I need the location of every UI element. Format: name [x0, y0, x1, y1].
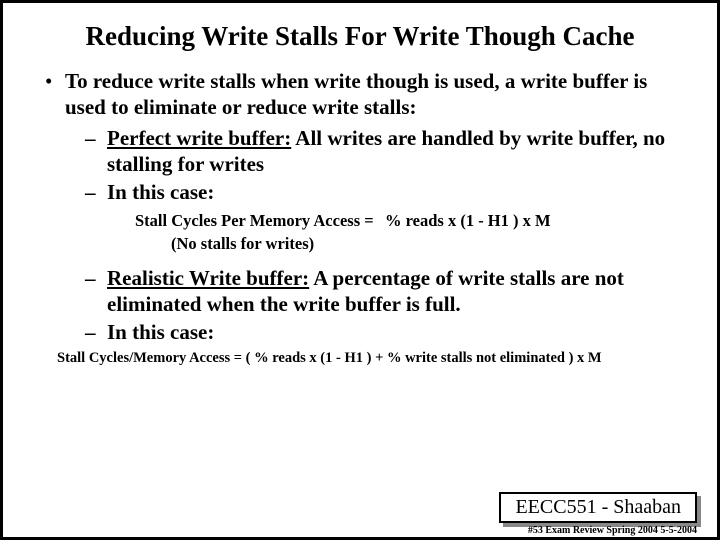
case-1-text: In this case:	[107, 179, 693, 205]
slide-body: • To reduce write stalls when write thou…	[27, 68, 693, 367]
footer-text: EECC551 - Shaaban	[499, 492, 697, 523]
subfooter-text: #53 Exam Review Spring 2004 5-5-2004	[528, 525, 697, 536]
sub-item-realistic-buffer: – Realistic Write buffer: A percentage o…	[27, 265, 693, 318]
bullet-1-text: To reduce write stalls when write though…	[65, 68, 693, 121]
formula-1-right: % reads x (1 - H1 ) x M	[385, 211, 693, 232]
rwb-label: Realistic Write buffer:	[107, 266, 309, 290]
footer-box: EECC551 - Shaaban	[499, 492, 697, 523]
bullet-glyph: •	[45, 68, 65, 121]
sub-item-case-2: – In this case:	[27, 319, 693, 345]
case-2-text: In this case:	[107, 319, 693, 345]
formula-2: Stall Cycles/Memory Access = ( % reads x…	[27, 349, 693, 367]
formula-1-left: Stall Cycles Per Memory Access =	[135, 211, 385, 232]
dash-glyph: –	[85, 265, 107, 318]
dash-glyph: –	[85, 179, 107, 205]
sub-item-pwb-text: Perfect write buffer: All writes are han…	[107, 125, 693, 178]
formula-1-note: (No stalls for writes)	[27, 234, 693, 255]
pwb-label: Perfect write buffer:	[107, 126, 291, 150]
sub-item-rwb-text: Realistic Write buffer: A percentage of …	[107, 265, 693, 318]
formula-1: Stall Cycles Per Memory Access = % reads…	[27, 211, 693, 232]
sub-item-case-1: – In this case:	[27, 179, 693, 205]
sub-item-perfect-buffer: – Perfect write buffer: All writes are h…	[27, 125, 693, 178]
dash-glyph: –	[85, 319, 107, 345]
bullet-item-1: • To reduce write stalls when write thou…	[27, 68, 693, 121]
dash-glyph: –	[85, 125, 107, 178]
slide-title: Reducing Write Stalls For Write Though C…	[27, 21, 693, 52]
slide-frame: Reducing Write Stalls For Write Though C…	[0, 0, 720, 540]
